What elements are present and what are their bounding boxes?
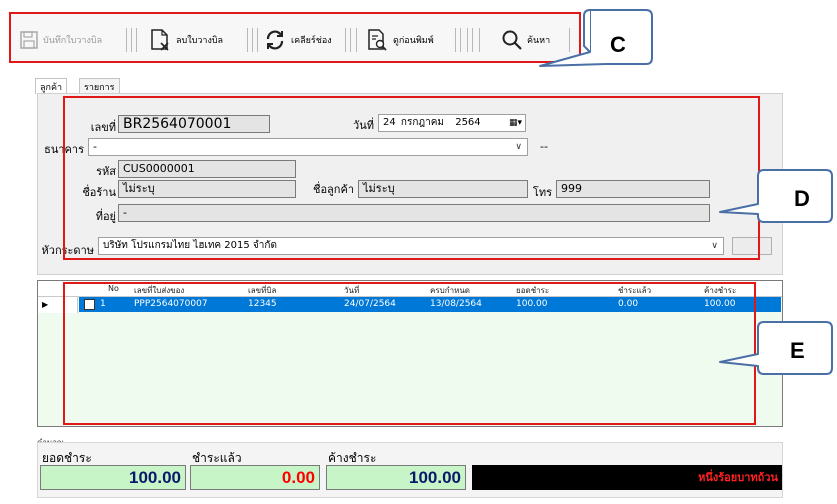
phone-field[interactable]: 999 — [556, 180, 710, 198]
print-preview-icon — [368, 29, 387, 51]
callout-c — [539, 9, 653, 67]
totals-panel: ยอดชำระ 100.00 ชำระแล้ว 0.00 ค้างชำระ 10… — [37, 442, 783, 498]
print-preview-label: ดูก่อนพิมพ์ — [393, 36, 434, 46]
col-amount: ยอดชำระ — [516, 286, 550, 295]
tab-customer[interactable]: ลูกค้า — [35, 78, 68, 94]
col-delivery-no: เลขที่ใบส่งของ — [134, 286, 185, 295]
phone-label: โทร — [532, 186, 552, 199]
letterhead-select[interactable]: บริษัท โปรแกรมไทย ไฮเทค 2015 จำกัด ∨ — [98, 237, 724, 255]
col-no: No — [108, 284, 119, 293]
shop-name-field[interactable]: ไม่ระบุ — [118, 180, 296, 198]
cell-delivery-no: PPP2564070007 — [134, 299, 208, 309]
toolbar: บันทึกใบวางบิล ลบใบวางบิล เคลียร์ช่อง ดู… — [9, 12, 581, 63]
bank-label: ธนาคาร — [44, 143, 84, 156]
delete-bill-button[interactable]: ลบใบวางบิล — [148, 26, 223, 54]
toolbar-separator — [455, 28, 461, 52]
date-picker[interactable]: 24 กรกฎาคม 2564 ▦▾ — [378, 114, 526, 132]
row-checkbox[interactable] — [84, 299, 95, 310]
letterhead-aux-box[interactable] — [732, 237, 772, 255]
date-day: 24 — [383, 117, 396, 128]
customer-name-label: ชื่อลูกค้า — [312, 183, 354, 196]
chevron-down-icon: ∨ — [515, 142, 522, 152]
cell-amount: 100.00 — [516, 299, 548, 309]
col-paid: ชำระแล้ว — [618, 286, 652, 295]
grid-header: No เลขที่ใบส่งของ เลขที่บิล วันที่ ครบกำ… — [38, 281, 782, 297]
cell-date: 24/07/2564 — [344, 299, 396, 309]
customer-name-field[interactable]: ไม่ระบุ — [358, 180, 528, 198]
customer-code-field[interactable]: CUS0000001 — [118, 160, 296, 178]
callout-d — [719, 169, 833, 223]
toolbar-separator — [257, 28, 258, 52]
delete-document-icon — [151, 29, 169, 51]
date-year: 2564 — [455, 117, 481, 128]
outstanding-field: 100.00 — [326, 465, 466, 490]
customer-form-panel: เลขที่ BR2564070001 วันที่ 24 กรกฎาคม 25… — [37, 93, 783, 275]
cell-paid: 0.00 — [618, 299, 639, 309]
bank-select[interactable]: - ∨ — [88, 138, 528, 156]
callout-e — [719, 321, 833, 375]
date-label: วันที่ — [353, 119, 374, 132]
save-bill-label: บันทึกใบวางบิล — [43, 36, 103, 46]
amount-in-words: หนึ่งร้อยบาทถ้วน — [472, 465, 782, 490]
clear-fields-button[interactable]: เคลียร์ช่อง — [263, 26, 332, 54]
col-bill-no: เลขที่บิล — [248, 286, 277, 295]
col-outstanding: ค้างชำระ — [704, 286, 737, 295]
doc-no-field[interactable]: BR2564070001 — [118, 115, 270, 133]
total-amount-field: 100.00 — [40, 465, 186, 490]
paid-field: 0.00 — [190, 465, 320, 490]
letterhead-label: หัวกระดาษ — [41, 244, 94, 257]
save-icon — [20, 31, 38, 49]
col-date: วันที่ — [344, 286, 360, 295]
print-preview-button[interactable]: ดูก่อนพิมพ์ — [365, 26, 434, 54]
chevron-down-icon: ∨ — [711, 241, 718, 251]
doc-no-label: เลขที่ — [90, 121, 116, 134]
address-label: ที่อยู่ — [95, 210, 116, 223]
toolbar-separator — [126, 28, 132, 52]
cell-no: 1 — [100, 299, 106, 309]
delete-bill-label: ลบใบวางบิล — [176, 36, 224, 46]
toolbar-separator — [136, 28, 137, 52]
callout-d-label: D — [794, 186, 810, 211]
cell-bill-no: 12345 — [248, 299, 277, 309]
tab-items[interactable]: รายการ — [79, 78, 120, 94]
cell-outstanding: 100.00 — [704, 299, 736, 309]
address-field[interactable]: - — [118, 204, 710, 222]
cell-due: 13/08/2564 — [430, 299, 482, 309]
toolbar-separator — [467, 28, 473, 52]
toolbar-separator — [479, 28, 480, 52]
customer-code-label: รหัส — [96, 165, 116, 178]
toolbar-separator — [247, 28, 253, 52]
callout-e-label: E — [790, 338, 805, 363]
shop-name-label: ชื่อร้าน — [82, 186, 116, 199]
invoice-grid: No เลขที่ใบส่งของ เลขที่บิล วันที่ ครบกำ… — [37, 280, 783, 427]
toolbar-separator — [356, 28, 357, 52]
save-bill-button[interactable]: บันทึกใบวางบิล — [19, 26, 102, 54]
col-due: ครบกำหนด — [430, 286, 470, 295]
clear-fields-label: เคลียร์ช่อง — [291, 36, 332, 46]
bank-extra: -- — [540, 140, 548, 153]
callout-c-label: C — [610, 32, 626, 57]
date-month: กรกฎาคม — [400, 117, 445, 128]
refresh-icon — [266, 30, 284, 50]
table-row[interactable]: 1 PPP2564070007 12345 24/07/2564 13/08/2… — [38, 297, 782, 313]
toolbar-separator — [345, 28, 351, 52]
calendar-dropdown-icon: ▦▾ — [508, 118, 522, 128]
